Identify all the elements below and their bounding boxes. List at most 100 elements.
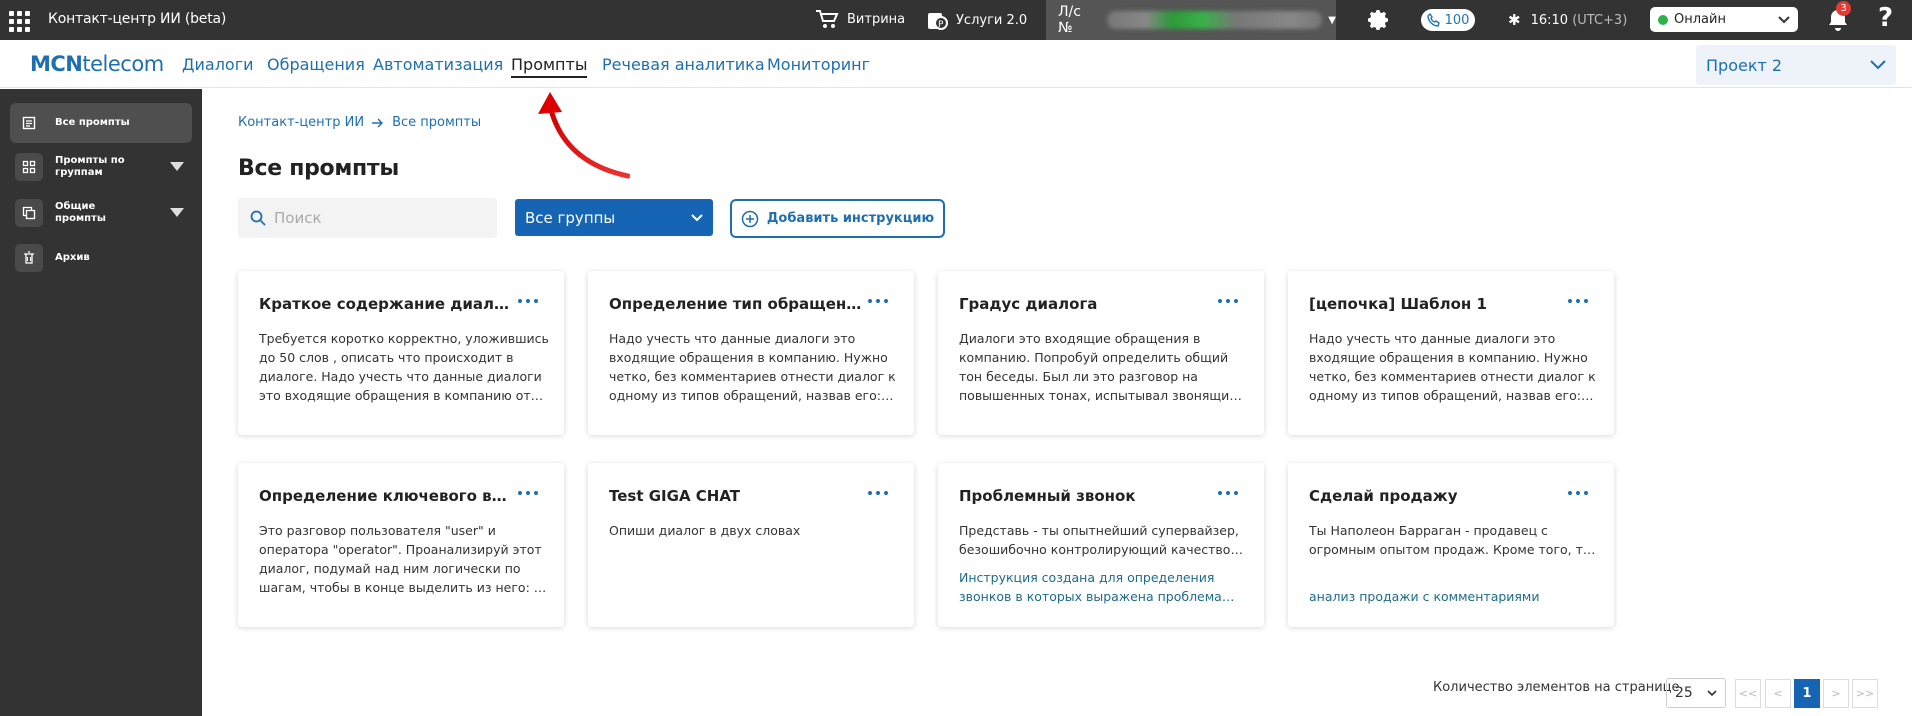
notification-badge: 3 [1836,1,1851,16]
card-text: Опиши диалог в двух словах [609,523,801,538]
chevron-down-icon: ▼ [1328,14,1336,26]
more-dots-icon[interactable] [1568,491,1588,495]
groups-select[interactable]: Все группы [515,199,713,236]
sidebar-item-by-groups[interactable]: Промпты по группам [10,147,192,187]
chevron-down-icon [1778,15,1790,23]
prompt-card[interactable]: Сделай продажу Ты Наполеон Барраган - пр… [1288,463,1614,627]
chevron-down-icon [1707,689,1717,696]
card-text: Надо учесть что данные диалоги это входя… [609,331,896,403]
phone-counter[interactable]: 100 [1421,9,1475,31]
card-title: Определение тип обращения [609,295,864,313]
card-text: Надо учесть что данные диалоги это входя… [1309,331,1596,403]
status-label: Онлайн [1674,12,1726,27]
online-dot-icon [1658,14,1668,25]
account-number-blurred [1107,11,1323,29]
project-select[interactable]: Проект 2 [1696,45,1896,85]
breadcrumb-current[interactable]: Все промпты [392,115,481,130]
prompt-card[interactable]: Проблемный звонок Представь - ты опытней… [938,463,1264,627]
per-page-value: 25 [1675,685,1693,701]
more-dots-icon[interactable] [1568,299,1588,303]
sidebar-item-all-prompts[interactable]: Все промпты [10,103,192,143]
page-1-button[interactable]: 1 [1794,679,1820,708]
prompt-card[interactable]: Градус диалога Диалоги это входящие обра… [938,271,1264,435]
card-title: Проблемный звонок [959,487,1136,505]
main-nav: MCNtelecom Диалоги Обращения Автоматизац… [0,40,1912,88]
search-box[interactable] [238,198,497,238]
caret-down-icon[interactable] [170,162,184,172]
prompt-card[interactable]: [цепочка] Шаблон 1 Надо учесть что данны… [1288,271,1614,435]
phone-icon [1426,13,1440,27]
per-page-label: Количество элементов на странице [1433,680,1680,695]
services-label: Услуги 2.0 [956,12,1028,28]
search-icon [250,210,266,226]
breadcrumb: Контакт-центр ИИ Все промпты [238,115,481,130]
more-dots-icon[interactable] [868,299,888,303]
last-page-button[interactable]: >> [1852,679,1878,708]
nav-monitoring[interactable]: Мониторинг [767,55,870,74]
card-title: Градус диалога [959,295,1098,313]
card-title: Сделай продажу [1309,487,1458,505]
document-icon [15,109,43,137]
chevron-down-icon [691,213,703,221]
cart-icon [816,10,839,28]
groups-label: Все группы [525,208,616,227]
arrow-right-icon [372,118,384,127]
sidebar-item-label: Архив [55,252,90,263]
prev-page-button[interactable]: < [1765,679,1791,708]
more-dots-icon[interactable] [868,491,888,495]
apps-grid-icon[interactable] [6,8,30,32]
sidebar-item-label: Все промпты [55,117,130,128]
caret-down-icon[interactable] [170,208,184,218]
showcase-link[interactable]: Витрина [815,9,905,29]
card-text: Это разговор пользователя "user" и опера… [259,523,542,595]
chevron-down-icon [1870,60,1886,70]
search-input[interactable] [274,209,474,227]
logo[interactable]: MCNtelecom [30,52,164,76]
more-dots-icon[interactable] [518,491,538,495]
nav-prompts[interactable]: Промпты [511,55,588,78]
nav-speech-analytics[interactable]: Речевая аналитика [602,55,765,74]
nav-automation[interactable]: Автоматизация [373,55,503,74]
sidebar-item-archive[interactable]: Архив [10,238,192,278]
plus-circle-icon [741,210,759,227]
add-instruction-button[interactable]: Добавить инструкцию [730,199,945,238]
services-icon: P [928,13,948,30]
more-dots-icon[interactable] [518,299,538,303]
current-time: 16:10 [1530,12,1569,28]
next-page-button[interactable]: > [1823,679,1849,708]
account-label: Л/с № [1058,4,1081,36]
add-instruction-label: Добавить инструкцию [766,211,935,226]
gear-icon[interactable] [1367,8,1391,32]
first-page-button[interactable]: << [1735,679,1761,708]
breadcrumb-root[interactable]: Контакт-центр ИИ [238,115,364,130]
sidebar-item-common-prompts[interactable]: Общие промпты [10,193,192,233]
prompt-card[interactable]: Определение ключевого вопроса Это разгов… [238,463,564,627]
more-dots-icon[interactable] [1218,491,1238,495]
card-note: Инструкция создана для определения звонк… [959,570,1222,604]
bug-icon: ✱ [1508,11,1521,29]
copy-icon [15,199,43,227]
nav-requests[interactable]: Обращения [267,55,365,74]
more-dots-icon[interactable] [1218,299,1238,303]
card-title: Test GIGA CHAT [609,487,741,505]
showcase-label: Витрина [847,11,906,27]
nav-dialogs[interactable]: Диалоги [182,55,254,74]
status-select[interactable]: Онлайн [1650,7,1798,32]
per-page-select[interactable]: 25 [1666,678,1726,708]
help-icon[interactable]: ? [1878,3,1893,33]
app-title: Контакт-центр ИИ (beta) [48,11,227,27]
account-selector[interactable]: Л/с № ▼ [1046,0,1336,40]
prompt-card[interactable]: Краткое содержание диалога Требуется кор… [238,271,564,435]
annotation-arrow-icon [538,92,630,179]
archive-icon [15,244,43,272]
phone-count: 100 [1444,12,1470,28]
card-text: Представь - ты опытнейший супервайзер, б… [959,523,1239,557]
svg-text:P: P [938,20,944,30]
prompt-card[interactable]: Определение тип обращения Надо учесть чт… [588,271,914,435]
card-text: Ты Наполеон Барраган - продавец с огромн… [1309,523,1593,557]
time-display: ✱ 16:10 (UTC+3) [1508,11,1627,29]
services-link[interactable]: P Услуги 2.0 [926,9,1027,31]
prompt-card[interactable]: Test GIGA CHAT Опиши диалог в двух слова… [588,463,914,627]
card-note: анализ продажи с комментариями [1309,589,1540,604]
grid-icon [15,153,43,181]
